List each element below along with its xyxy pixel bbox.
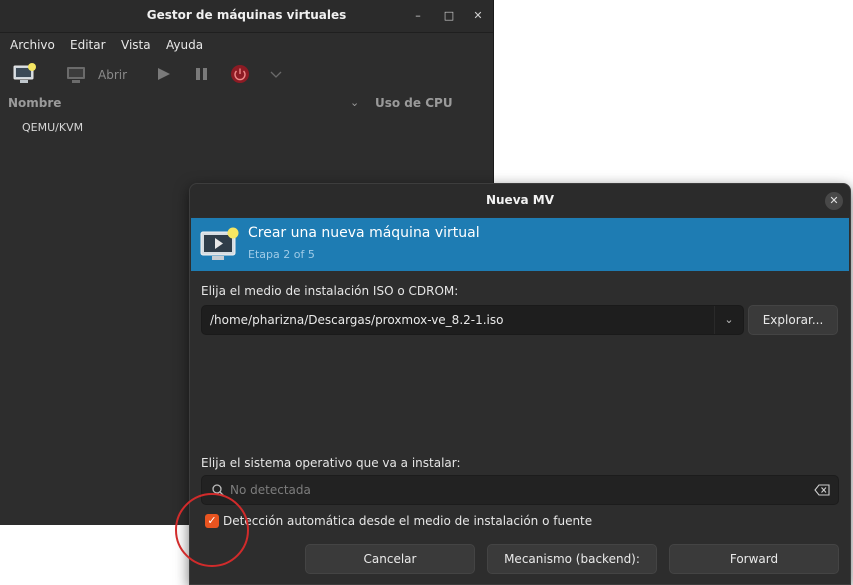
menu-vista[interactable]: Vista [121, 38, 151, 52]
monitor-icon[interactable] [66, 63, 88, 85]
main-titlebar: Gestor de máquinas virtuales – □ ✕ [0, 0, 493, 33]
minimize-button[interactable]: – [409, 7, 427, 25]
annotation-circle [175, 493, 249, 567]
cancel-button[interactable]: Cancelar [305, 544, 475, 574]
new-vm-banner-icon [200, 227, 239, 260]
browse-button[interactable]: Explorar... [748, 305, 838, 335]
open-label[interactable]: Abrir [98, 68, 127, 82]
clear-icon[interactable] [814, 484, 830, 496]
banner-title: Crear una nueva máquina virtual [248, 225, 480, 241]
close-button[interactable]: ✕ [469, 7, 487, 25]
dialog-title: Nueva MV [485, 193, 555, 207]
autodetect-label[interactable]: Detección automática desde el medio de i… [223, 514, 592, 528]
vm-list-header: Nombre ⌄ Uso de CPU [0, 93, 493, 115]
iso-path-combo[interactable]: /home/pharizna/Descargas/proxmox-ve_8.2-… [201, 305, 744, 335]
pause-icon[interactable] [194, 63, 210, 85]
sort-chevron-icon[interactable]: ⌄ [350, 96, 359, 109]
power-menu-chevron-icon[interactable] [269, 63, 283, 85]
maximize-button[interactable]: □ [440, 7, 458, 25]
menu-archivo[interactable]: Archivo [10, 38, 55, 52]
column-cpu[interactable]: Uso de CPU [375, 96, 453, 110]
dialog-close-button[interactable]: ✕ [825, 192, 843, 210]
play-icon[interactable] [156, 63, 172, 85]
step-indicator: Etapa 2 of 5 [248, 248, 315, 261]
os-search-field[interactable]: No detectada [201, 475, 839, 505]
toolbar: Abrir [0, 57, 493, 91]
new-vm-dialog: Nueva MV ✕ Crear una nueva máquina virtu… [189, 183, 851, 585]
iso-path-input[interactable]: /home/pharizna/Descargas/proxmox-ve_8.2-… [210, 313, 710, 327]
backend-button[interactable]: Mecanismo (backend): [487, 544, 657, 574]
new-vm-icon[interactable] [13, 63, 37, 85]
menu-ayuda[interactable]: Ayuda [166, 38, 203, 52]
wizard-banner: Crear una nueva máquina virtual Etapa 2 … [191, 218, 849, 271]
chevron-down-icon[interactable]: ⌄ [714, 306, 743, 334]
column-name[interactable]: Nombre [8, 96, 61, 110]
power-icon[interactable] [229, 63, 251, 85]
connection-row[interactable]: QEMU/KVM [22, 121, 83, 134]
menu-editar[interactable]: Editar [70, 38, 106, 52]
forward-button[interactable]: Forward [669, 544, 839, 574]
os-label: Elija el sistema operativo que va a inst… [201, 456, 461, 470]
dialog-titlebar: Nueva MV ✕ [190, 184, 850, 217]
os-search-placeholder: No detectada [230, 483, 311, 497]
media-label: Elija el medio de instalación ISO o CDRO… [201, 284, 459, 298]
menubar: Archivo Editar Vista Ayuda [0, 33, 493, 57]
